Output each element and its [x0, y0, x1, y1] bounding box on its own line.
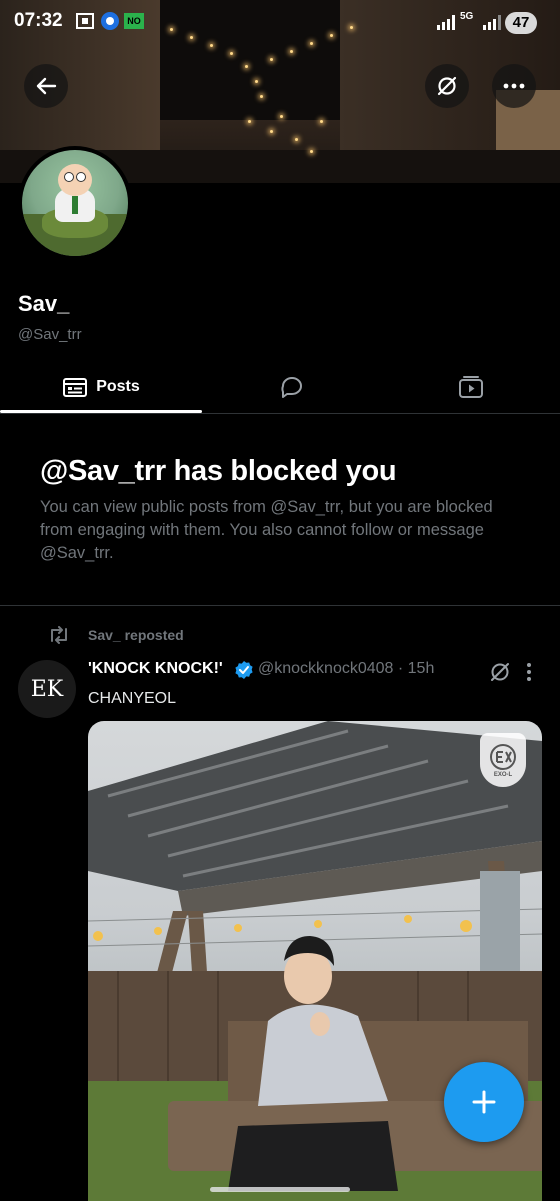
- status-time: 07:32: [14, 10, 63, 31]
- signal-icon: [437, 15, 455, 30]
- post-handle-time[interactable]: @knockknock0408 · 15h: [258, 660, 434, 678]
- no-badge: NO: [124, 13, 144, 29]
- back-arrow-icon: [36, 77, 57, 95]
- verified-badge-icon: [235, 661, 253, 679]
- profile-avatar[interactable]: [18, 146, 132, 260]
- app-notification-icon: [101, 12, 119, 30]
- tab-posts[interactable]: Posts: [0, 362, 202, 412]
- grok-icon[interactable]: [489, 661, 511, 683]
- tab-posts-label: Posts: [96, 378, 140, 395]
- posts-icon: [63, 378, 88, 397]
- plus-icon: [472, 1090, 496, 1114]
- grok-icon: [437, 76, 457, 96]
- tab-replies[interactable]: [202, 362, 382, 412]
- post-avatar-logo: EK: [30, 676, 64, 702]
- banner-string-lights: [160, 10, 360, 160]
- back-button[interactable]: [24, 64, 68, 108]
- exo-l-watermark: EXO-L: [480, 733, 526, 787]
- battery-indicator: 47: [505, 12, 537, 34]
- profile-display-name: Sav_: [18, 291, 70, 316]
- post-author-avatar[interactable]: EK: [18, 660, 76, 718]
- post-author-name[interactable]: 'KNOCK KNOCK!': [88, 660, 223, 678]
- screenshot-icon: [76, 13, 94, 29]
- exo-emblem-icon: [490, 744, 516, 770]
- more-options-button[interactable]: [492, 64, 536, 108]
- post-text: CHANYEOL: [88, 690, 177, 707]
- signal-icon-2: [483, 15, 501, 30]
- tab-media[interactable]: [382, 362, 560, 412]
- avatar-image: [22, 150, 128, 256]
- network-type: 5G: [460, 11, 474, 22]
- tab-divider: [0, 413, 560, 414]
- post-more-icon[interactable]: [526, 662, 532, 682]
- watermark-text: EXO-L: [493, 772, 513, 778]
- active-tab-indicator: [0, 410, 202, 413]
- more-icon: [503, 83, 525, 89]
- home-indicator[interactable]: [210, 1187, 350, 1192]
- media-icon: [459, 376, 483, 398]
- profile-handle: @Sav_trr: [18, 326, 82, 343]
- compose-post-button[interactable]: [444, 1062, 524, 1142]
- repost-icon: [51, 626, 67, 644]
- grok-button[interactable]: [425, 64, 469, 108]
- replies-icon: [281, 377, 302, 398]
- blocked-description: You can view public posts from @Sav_trr,…: [40, 498, 493, 562]
- blocked-title: @Sav_trr has blocked you: [40, 455, 397, 487]
- section-divider: [0, 605, 560, 606]
- repost-label[interactable]: Sav_ reposted: [88, 627, 184, 643]
